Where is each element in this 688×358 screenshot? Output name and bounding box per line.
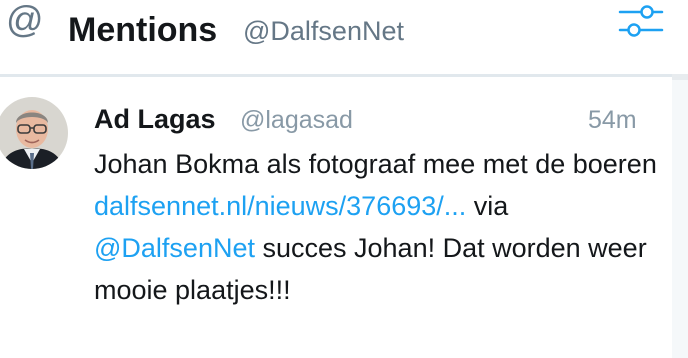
column-title: Mentions	[68, 11, 218, 49]
tweet-text: Johan Bokma als fotograaf mee met de boe…	[94, 143, 664, 311]
mention-link[interactable]: @DalfsenNet	[94, 233, 255, 263]
avatar-image	[0, 97, 68, 169]
column-account: @DalfsenNet	[243, 16, 404, 46]
author-name[interactable]: Ad Lagas	[94, 103, 216, 135]
avatar[interactable]	[0, 97, 68, 169]
tweet-timestamp[interactable]: 54m	[588, 105, 637, 135]
author-handle[interactable]: @lagasad	[240, 105, 353, 135]
column-header: @ Mentions @DalfsenNet	[0, 0, 688, 74]
tweet-text-part: via	[466, 191, 509, 221]
tweet-item[interactable]: Ad Lagas @lagasad 54m Johan Bokma als fo…	[0, 77, 672, 358]
filter-sliders-icon[interactable]	[616, 2, 666, 42]
at-icon: @	[6, 0, 44, 40]
tweet-text-part: Johan Bokma als fotograaf mee met de boe…	[94, 149, 657, 179]
scrollbar-thumb[interactable]	[672, 80, 688, 358]
tweet-link[interactable]: dalfsennet.nl/nieuws/376693/...	[94, 191, 466, 221]
